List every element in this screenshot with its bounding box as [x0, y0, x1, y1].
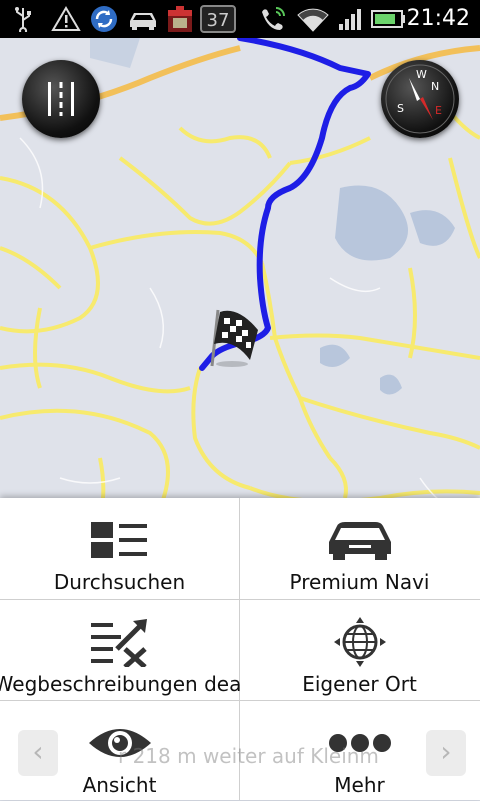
lake	[320, 344, 350, 367]
menu-item-label: Mehr	[334, 773, 385, 797]
car-icon	[325, 518, 395, 562]
compass-letter: W	[416, 68, 427, 81]
menu-item-wegbeschreibungen[interactable]: Wegbeschreibungen dea	[0, 600, 242, 700]
compass-letter: E	[435, 104, 442, 117]
menu-item-label: Ansicht	[82, 773, 157, 797]
lake	[380, 374, 402, 395]
menu-item-label: Eigener Ort	[302, 672, 417, 696]
status-bar: 37 21:42	[0, 0, 480, 38]
menu-item-durchsuchen[interactable]: Durchsuchen	[0, 498, 239, 598]
turn-instruction-text: r 218 m weiter auf Kleinm	[118, 744, 379, 768]
phone-icon	[256, 5, 290, 33]
location-icon	[328, 617, 392, 667]
status-time: 21:42	[406, 6, 470, 31]
lake	[335, 185, 408, 261]
usb-icon	[12, 5, 34, 33]
signal-icon	[336, 5, 366, 33]
battery-icon	[370, 5, 406, 33]
compass-letter: N	[431, 80, 439, 93]
menu-item-label: Premium Navi	[289, 570, 430, 594]
app-icon	[164, 5, 196, 33]
car-icon	[126, 5, 160, 33]
compass-icon: W N S E	[385, 64, 455, 134]
destination-flag-icon	[210, 309, 258, 367]
menu-item-eigener-ort[interactable]: Eigener Ort	[240, 600, 479, 700]
menu-item-label: Wegbeschreibungen dea	[0, 672, 242, 696]
lake	[410, 210, 455, 246]
lanes-icon	[48, 82, 74, 116]
compass-button[interactable]: W N S E	[381, 60, 459, 138]
menu-item-premium-navi[interactable]: Premium Navi	[240, 498, 479, 598]
list-icon	[89, 518, 151, 562]
compass-letter: S	[397, 102, 404, 115]
sync-icon	[88, 5, 120, 33]
directions-icon	[89, 619, 151, 667]
wifi-icon	[296, 5, 330, 33]
lanes-button[interactable]	[22, 60, 100, 138]
menu-item-label: Durchsuchen	[53, 570, 186, 594]
notification-count-badge: 37	[200, 5, 236, 33]
warning-icon	[50, 5, 82, 33]
